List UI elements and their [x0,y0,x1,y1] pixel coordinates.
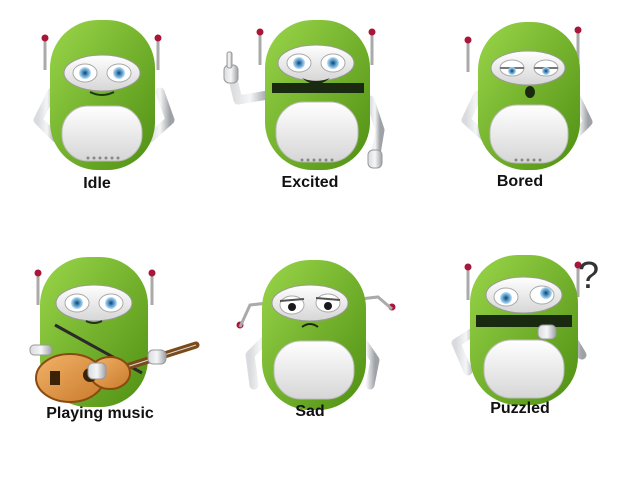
robot-label: Excited [281,174,339,191]
robot-card-bored: Bored [420,10,620,240]
robot-card-idle: Idle [10,10,210,240]
robot-card-sad: Sad [210,245,410,475]
robot-label: Playing music [46,405,154,422]
robot-label: Idle [83,175,111,192]
question-mark-icon: ? [578,255,600,297]
robot-card-excited: Excited [210,10,410,240]
robot-card-playing-music: Playing music [10,245,210,475]
robot-label: Sad [295,403,325,420]
robot-card-puzzled: ? Puzzled [420,245,620,475]
robot-label: Puzzled [490,400,550,417]
robot-label: Bored [496,173,544,190]
